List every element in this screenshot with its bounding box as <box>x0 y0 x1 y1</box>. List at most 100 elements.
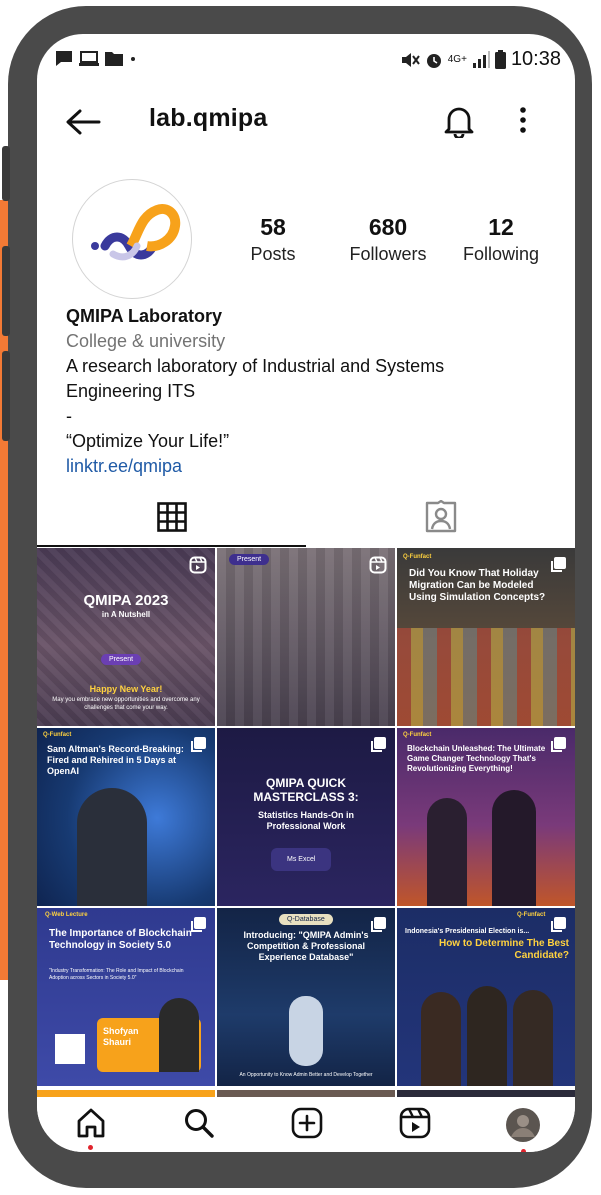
post-subtitle: "Industry Transformation: The Role and I… <box>49 968 184 981</box>
profile-bio: QMIPA Laboratory College & university A … <box>66 304 566 479</box>
active-tab-indicator <box>37 545 306 547</box>
person-silhouette <box>467 986 507 1086</box>
tab-tagged[interactable] <box>306 489 575 545</box>
notification-bell-icon[interactable] <box>443 104 475 138</box>
post-tile[interactable]: Q-Funfact Indonesia's Presidensial Elect… <box>397 908 575 1086</box>
profile-link[interactable]: linktr.ee/qmipa <box>66 454 566 479</box>
post-tag: Q-Funfact <box>403 554 432 560</box>
person-silhouette <box>427 798 467 906</box>
profile-avatar-icon <box>506 1108 540 1142</box>
phone-volume-button <box>2 351 10 441</box>
notification-dot <box>521 1149 526 1152</box>
post-tag: Q-Funfact <box>403 732 432 738</box>
person-silhouette <box>513 990 553 1086</box>
profile-category: College & university <box>66 331 226 351</box>
person-silhouette <box>421 992 461 1086</box>
post-tile[interactable]: Present <box>217 548 395 726</box>
content-tabs <box>37 489 575 547</box>
post-tile[interactable]: QMIPA 2023 in A Nutshell Present Happy N… <box>37 548 215 726</box>
qmipa-logo-icon <box>91 204 181 261</box>
profile-header: lab.qmipa <box>37 96 575 148</box>
reel-icon <box>189 556 207 574</box>
post-title: Sam Altman's Record-Breaking: Fired and … <box>47 744 184 776</box>
profile-username: lab.qmipa <box>149 104 268 132</box>
following-count: 12 <box>488 214 514 240</box>
post-title: Introducing: "QMIPA Admin's Competition … <box>243 930 369 962</box>
multi-post-icon <box>191 917 206 932</box>
post-background <box>397 628 575 726</box>
post-title: Blockchain Unleashed: The Ultimate Game … <box>407 744 546 773</box>
nav-reels[interactable] <box>399 1107 431 1144</box>
post-chip: Present <box>101 654 142 665</box>
nav-create[interactable] <box>291 1107 323 1144</box>
post-title: Indonesia's Presidensial Election is... <box>405 928 530 935</box>
posts-label: Posts <box>250 244 296 264</box>
profile-display-name: QMIPA Laboratory <box>66 306 223 326</box>
profile-avatar[interactable] <box>72 179 192 299</box>
grid-icon <box>156 502 187 532</box>
reel-icon <box>369 556 387 574</box>
post-greeting: Happy New Year! <box>89 684 163 694</box>
stat-posts[interactable]: 58 Posts <box>237 214 309 265</box>
followers-count: 680 <box>368 214 408 240</box>
followers-label: Followers <box>349 244 427 264</box>
alarm-icon <box>426 53 441 68</box>
folder-icon <box>105 52 123 66</box>
multi-post-icon <box>191 737 206 752</box>
battery-icon <box>494 50 506 69</box>
phone-side-button <box>2 146 10 201</box>
nav-home[interactable] <box>75 1107 107 1150</box>
post-subtitle: Statistics Hands-On in Professional Work <box>257 810 355 831</box>
multi-post-icon <box>551 917 566 932</box>
reels-icon <box>399 1107 431 1139</box>
nav-profile[interactable] <box>505 1107 541 1152</box>
app-screen: 4G+ 10:38 lab.qmipa 58 Posts 680 Followe… <box>37 34 575 1152</box>
message-icon <box>56 51 72 66</box>
network-type: 4G+ <box>447 54 467 65</box>
cast-icon <box>79 50 99 66</box>
post-tile[interactable]: Q-Funfact Blockchain Unleashed: The Ulti… <box>397 728 575 906</box>
posts-count: 58 <box>260 214 286 240</box>
home-icon <box>77 1108 105 1138</box>
more-options-icon[interactable] <box>519 106 527 134</box>
post-tile[interactable]: QMIPA QUICK MASTERCLASS 3: Statistics Ha… <box>217 728 395 906</box>
multi-post-icon <box>371 917 386 932</box>
search-icon <box>185 1109 214 1138</box>
posts-grid: QMIPA 2023 in A Nutshell Present Happy N… <box>37 548 575 1088</box>
post-tile[interactable]: Q-Funfact Did You Know That Holiday Migr… <box>397 548 575 726</box>
post-tag: Q-Web Lecture <box>45 912 88 918</box>
post-title: QMIPA 2023 <box>83 592 169 609</box>
qr-code <box>55 1034 85 1064</box>
post-tile[interactable]: Q-Database Introducing: "QMIPA Admin's C… <box>217 908 395 1086</box>
status-bar: 4G+ 10:38 <box>37 34 575 90</box>
post-title: Did You Know That Holiday Migration Can … <box>409 568 546 603</box>
post-subtitle: How to Determine The Best Candidate? <box>438 938 569 961</box>
add-post-icon <box>291 1107 323 1139</box>
bottom-navigation <box>37 1097 575 1152</box>
tab-grid[interactable] <box>37 489 306 545</box>
multi-post-icon <box>551 557 566 572</box>
multi-post-icon <box>551 737 566 752</box>
post-footer: An Opportunity to Know Admin Better and … <box>239 1072 373 1078</box>
dot-icon <box>131 56 135 61</box>
mute-icon <box>401 52 420 67</box>
post-title: QMIPA QUICK MASTERCLASS 3: <box>253 776 359 804</box>
post-tag: Q-Funfact <box>43 732 72 738</box>
phone-volume-button <box>2 246 10 336</box>
post-subtitle: in A Nutshell <box>101 610 151 619</box>
back-arrow-icon[interactable] <box>65 108 101 136</box>
person-silhouette <box>159 998 199 1072</box>
tagged-person-icon <box>425 500 456 533</box>
stat-following[interactable]: 12 Following <box>457 214 545 265</box>
person-silhouette <box>492 790 536 906</box>
post-background <box>217 548 395 726</box>
following-label: Following <box>462 244 540 264</box>
nav-search[interactable] <box>183 1107 215 1144</box>
stat-followers[interactable]: 680 Followers <box>342 214 434 265</box>
speaker-name: Shofyan Shauri <box>103 1026 139 1047</box>
bio-text-line: A research laboratory of Industrial and … <box>66 356 445 376</box>
person-silhouette <box>77 788 147 906</box>
post-tile[interactable]: Q-Web Lecture The Importance of Blockcha… <box>37 908 215 1086</box>
notification-dot <box>88 1145 93 1150</box>
post-tile[interactable]: Q-Funfact Sam Altman's Record-Breaking: … <box>37 728 215 906</box>
